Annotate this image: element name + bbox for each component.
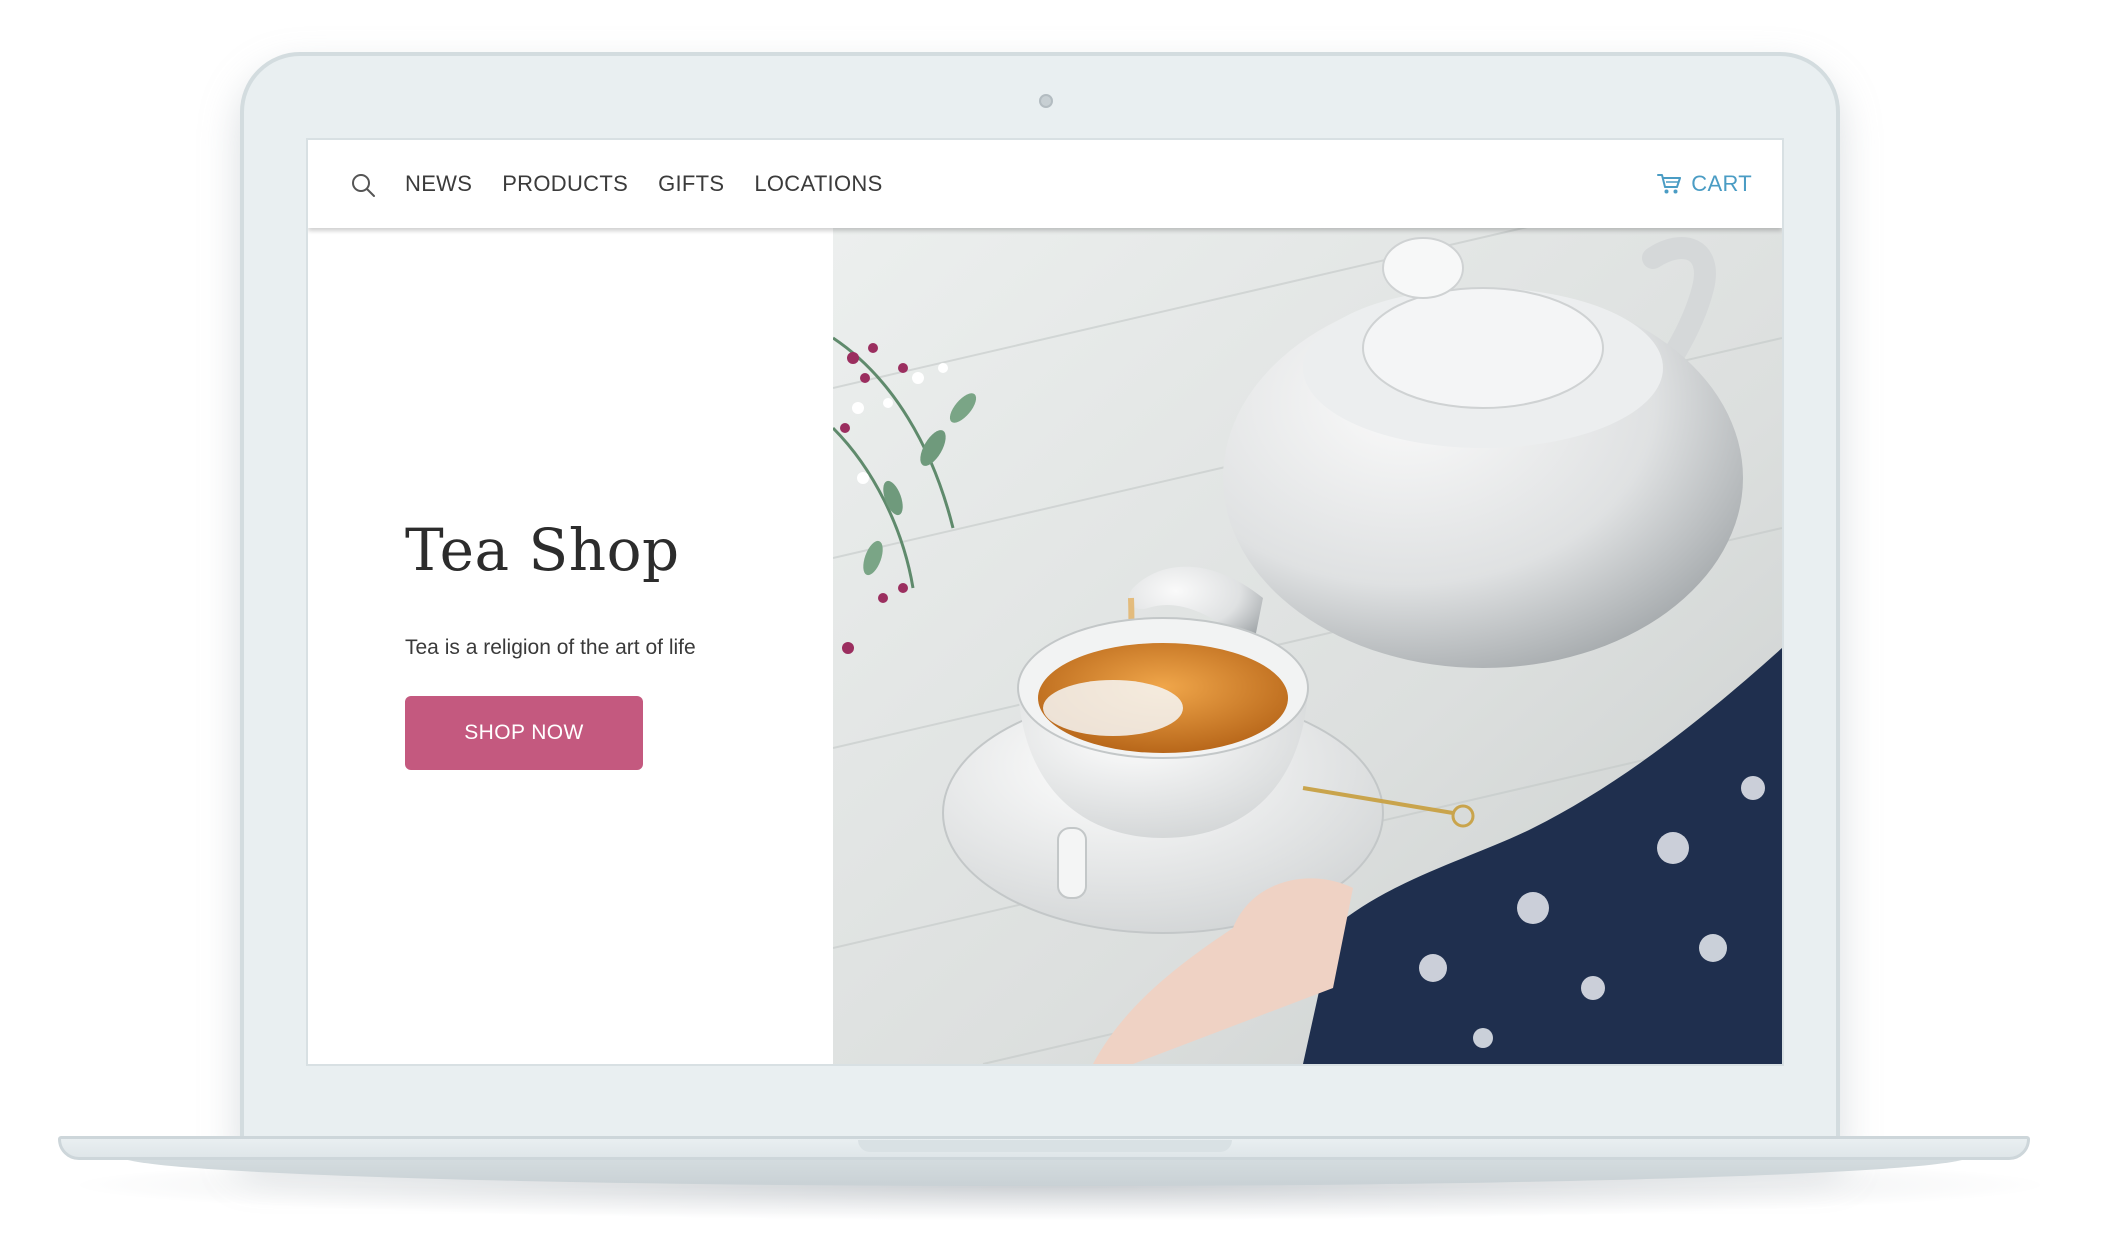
screen: NEWS PRODUCTS GIFTS LOCATIONS CART Tea S… [306, 138, 1784, 1066]
hero-image [833, 228, 1782, 1064]
nav-link-gifts[interactable]: GIFTS [658, 171, 724, 197]
teapot-illustration [833, 228, 1782, 1064]
cart-label: CART [1691, 171, 1752, 196]
hero-text-panel: Tea Shop Tea is a religion of the art of… [308, 228, 833, 1064]
shop-now-button[interactable]: SHOP NOW [405, 696, 643, 770]
nav-links: NEWS PRODUCTS GIFTS LOCATIONS [405, 140, 913, 228]
nav-link-products[interactable]: PRODUCTS [502, 171, 628, 197]
cart-icon [1657, 174, 1682, 194]
hero-subtitle: Tea is a religion of the art of life [405, 636, 696, 659]
hero-title: Tea Shop [405, 516, 680, 584]
nav-link-news[interactable]: NEWS [405, 171, 472, 197]
cart-link[interactable]: CART [1657, 140, 1752, 228]
top-navbar: NEWS PRODUCTS GIFTS LOCATIONS CART [308, 140, 1782, 228]
nav-link-locations[interactable]: LOCATIONS [754, 171, 882, 197]
webcam [1039, 94, 1053, 108]
search-icon[interactable] [350, 172, 376, 198]
laptop-notch [858, 1140, 1232, 1152]
